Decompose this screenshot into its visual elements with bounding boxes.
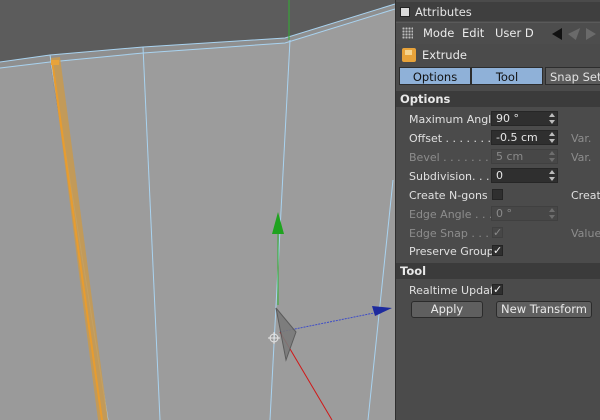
object-name: Extrude xyxy=(422,48,467,62)
wall-face-main xyxy=(143,8,395,420)
offset-field[interactable]: -0.5 cm xyxy=(491,130,558,145)
selected-point xyxy=(51,60,59,65)
create-ngons-checkbox[interactable] xyxy=(492,189,503,200)
menu-user-data[interactable]: User D xyxy=(495,26,534,40)
back-arrow-icon[interactable] xyxy=(552,28,562,40)
maximum-angle-spinner-icon[interactable] xyxy=(549,113,555,124)
attributes-panel: Attributes Mode Edit User D Extrude Opti… xyxy=(395,0,600,420)
subdivision-value: 0 xyxy=(496,169,503,182)
create-ngons-right-label: Create xyxy=(571,189,600,202)
extrude-icon xyxy=(402,48,416,62)
forward-arrow-icon[interactable] xyxy=(586,28,596,40)
3d-viewport[interactable] xyxy=(0,0,395,420)
bevel-label: Bevel . . . . . . . . xyxy=(409,151,496,164)
tab-options[interactable]: Options xyxy=(399,67,471,85)
offset-label: Offset . . . . . . . . xyxy=(409,132,498,145)
panel-menu-icon[interactable] xyxy=(400,7,410,17)
bevel-spinner-icon xyxy=(549,151,555,162)
subdivision-label: Subdivision. . . . xyxy=(409,170,497,183)
offset-spinner-icon[interactable] xyxy=(549,132,555,143)
tab-tool[interactable]: Tool xyxy=(471,67,543,85)
maximum-angle-value: 90 ° xyxy=(496,112,519,125)
edge-angle-value: 0 ° xyxy=(496,207,512,220)
attributes-titlebar: Attributes xyxy=(396,2,600,21)
preserve-groups-label: Preserve Groups xyxy=(409,245,500,258)
create-ngons-label: Create N-gons . xyxy=(409,189,495,202)
grip-icon[interactable] xyxy=(402,27,413,39)
apply-button[interactable]: Apply xyxy=(411,301,483,318)
object-row: Extrude xyxy=(396,44,600,66)
tab-snap-settings[interactable]: Snap Setti xyxy=(545,67,600,85)
realtime-update-label: Realtime Update xyxy=(409,284,501,297)
realtime-update-checkbox[interactable]: ✓ xyxy=(492,284,503,295)
edge-angle-field: 0 ° xyxy=(491,206,558,221)
up-arrow-icon[interactable] xyxy=(565,28,581,40)
bevel-value: 5 cm xyxy=(496,150,524,163)
section-options-header[interactable]: Options xyxy=(396,91,600,107)
preserve-groups-checkbox[interactable]: ✓ xyxy=(492,245,503,256)
subdivision-field[interactable]: 0 xyxy=(491,168,558,183)
edge-snap-checkbox: ✓ xyxy=(492,226,503,239)
edge-angle-spinner-icon xyxy=(549,208,555,219)
maximum-angle-field[interactable]: 90 ° xyxy=(491,111,558,126)
section-tool-header[interactable]: Tool xyxy=(396,263,600,279)
tab-bar: Options Tool Snap Setti xyxy=(396,67,600,86)
viewport-scene xyxy=(0,0,395,420)
menu-mode[interactable]: Mode xyxy=(423,26,454,40)
maximum-angle-label: Maximum Angle xyxy=(409,113,498,126)
bevel-field: 5 cm xyxy=(491,149,558,164)
panel-title: Attributes xyxy=(415,5,472,19)
subdivision-spinner-icon[interactable] xyxy=(549,170,555,181)
offset-variation-label: Var. xyxy=(571,132,592,145)
attributes-menubar: Mode Edit User D xyxy=(396,22,600,45)
edge-angle-label: Edge Angle . . . xyxy=(409,208,493,221)
edge-snap-right-label: Value xyxy=(571,227,600,240)
menu-edit[interactable]: Edit xyxy=(462,26,484,40)
new-transform-button[interactable]: New Transform xyxy=(496,301,592,318)
bevel-variation-label: Var. xyxy=(571,151,592,164)
edge-snap-label: Edge Snap . . . . xyxy=(409,227,496,240)
offset-value: -0.5 cm xyxy=(496,131,538,144)
